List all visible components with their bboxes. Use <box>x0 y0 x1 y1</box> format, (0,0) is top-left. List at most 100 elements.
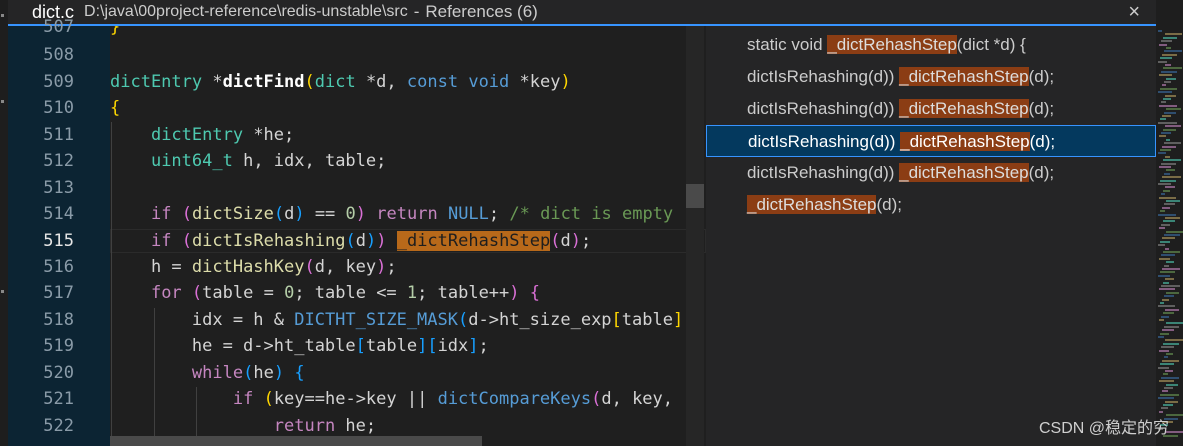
line-number: 513 <box>43 178 74 198</box>
minimap-line <box>1163 312 1174 315</box>
reference-match: _dictRehashStep <box>900 132 1030 151</box>
reference-match: _dictRehashStep <box>899 99 1029 118</box>
minimap-line <box>1165 400 1178 403</box>
code-line-active: if (dictIsRehashing(d)) _dictRehashStep(… <box>150 231 592 251</box>
minimap-line <box>1165 339 1183 342</box>
minimap-line <box>1164 356 1168 359</box>
minimap-line <box>1162 329 1174 332</box>
minimap-line <box>1162 53 1177 56</box>
minimap-line <box>1166 383 1178 386</box>
minimap-line <box>1165 186 1175 189</box>
code-line: idx = h & DICTHT_SIZE_MASK(d->ht_size_ex… <box>110 310 684 330</box>
minimap-line <box>1163 128 1176 131</box>
line-number: 514 <box>43 204 74 224</box>
code-line: for (table = 0; table <= 1; table++) { <box>150 283 541 303</box>
line-number: 508 <box>43 45 74 65</box>
code-line: he = d->ht_table[table][idx]; <box>110 336 489 356</box>
minimap-line <box>1160 179 1176 182</box>
minimap-line <box>1166 77 1176 80</box>
minimap-line <box>1159 104 1177 107</box>
line-number: 518 <box>43 310 74 330</box>
code-line: { <box>110 98 121 118</box>
reference-context: static void <box>747 35 828 54</box>
line-number: 522 <box>43 416 74 436</box>
minimap-line <box>1159 43 1167 46</box>
minimap-line <box>1163 159 1181 162</box>
minimap-line <box>1163 251 1180 253</box>
minimap-line <box>1165 64 1171 66</box>
close-icon[interactable]: × <box>1128 1 1140 24</box>
minimap-line <box>1161 223 1170 226</box>
minimap-line <box>1160 149 1171 151</box>
minimap-line <box>1158 152 1166 155</box>
code-horizontal-scrollbar[interactable] <box>110 436 482 446</box>
minimap-line <box>1160 57 1172 60</box>
minimap-line <box>1161 193 1165 196</box>
line-number: 510 <box>43 98 74 118</box>
line-number: 507 <box>43 17 74 37</box>
minimap-line <box>1165 247 1169 250</box>
reference-item[interactable]: dictIsRehashing(d)) _dictRehashStep(d); <box>706 157 1156 189</box>
reference-item[interactable]: _dictRehashStep(d); <box>706 189 1156 221</box>
minimap-line <box>1165 94 1176 97</box>
line-number: 521 <box>43 389 74 409</box>
minimap-line <box>1164 203 1175 206</box>
minimap-line <box>1158 336 1164 338</box>
minimap-line <box>1160 271 1175 274</box>
reference-context: (d); <box>876 195 902 214</box>
minimap-line <box>1164 234 1180 236</box>
reference-match: _dictRehashStep <box>899 67 1029 86</box>
reference-context: (d); <box>1028 163 1055 182</box>
minimap-line <box>1163 220 1175 223</box>
minimap-line <box>1162 268 1180 270</box>
minimap-line <box>1160 118 1166 121</box>
code-editor[interactable]: } dictEntry *dictFind(dict *d, const voi… <box>110 26 706 446</box>
code-vertical-scrollbar[interactable] <box>686 26 704 446</box>
minimap-line <box>1163 36 1177 39</box>
minimap-line <box>1163 67 1182 70</box>
reference-item[interactable]: static void _dictRehashStep(dict *d) { <box>706 29 1156 61</box>
reference-context: (d); <box>1029 132 1056 151</box>
minimap-line <box>1158 244 1165 247</box>
minimap-line <box>1164 325 1179 328</box>
minimap-line <box>1165 155 1170 158</box>
minimap-line <box>1164 295 1174 298</box>
peek-header: dict.c D:\java\00project-reference\redis… <box>8 0 1156 26</box>
minimap-line <box>1159 319 1164 321</box>
minimap-line <box>1161 376 1179 379</box>
reference-item-selected[interactable]: dictIsRehashing(d)) _dictRehashStep(d); <box>706 125 1156 157</box>
code-line: while(he) { <box>191 363 305 383</box>
minimap[interactable] <box>1156 0 1183 446</box>
code-scrollbar-thumb[interactable] <box>686 184 704 208</box>
minimap-line <box>1159 380 1174 383</box>
minimap-line <box>1158 183 1171 185</box>
minimap-line <box>1160 240 1170 243</box>
minimap-line <box>1165 217 1180 219</box>
peek-title: References (6) <box>425 2 538 21</box>
minimap-line <box>1162 298 1169 301</box>
minimap-line <box>1163 404 1173 406</box>
minimap-line <box>1162 145 1176 148</box>
minimap-line <box>1158 366 1169 369</box>
reference-item[interactable]: dictIsRehashing(d)) _dictRehashStep(d); <box>706 61 1156 93</box>
line-number: 512 <box>43 151 74 171</box>
minimap-line <box>1163 281 1169 284</box>
minimap-line <box>1163 98 1171 100</box>
minimap-line <box>1165 308 1179 311</box>
outer-editor-gutter <box>0 0 8 446</box>
minimap-line <box>1161 285 1180 287</box>
minimap-line <box>1166 138 1170 141</box>
minimap-line <box>1158 305 1175 308</box>
minimap-line <box>1165 125 1181 128</box>
minimap-line <box>1158 30 1162 32</box>
minimap-line <box>1166 47 1171 49</box>
minimap-line <box>1164 264 1169 267</box>
reference-item[interactable]: dictIsRehashing(d)) _dictRehashStep(d); <box>706 93 1156 125</box>
minimap-line <box>1159 288 1175 291</box>
line-number-gutter: 507 508 509 510 511 512 513 514 515 516 … <box>8 17 110 446</box>
reference-context: (dict *d) { <box>956 35 1026 54</box>
minimap-line <box>1159 74 1172 77</box>
reference-context: (d); <box>1028 67 1055 86</box>
minimap-line <box>1165 33 1182 36</box>
minimap-line <box>1162 206 1170 209</box>
